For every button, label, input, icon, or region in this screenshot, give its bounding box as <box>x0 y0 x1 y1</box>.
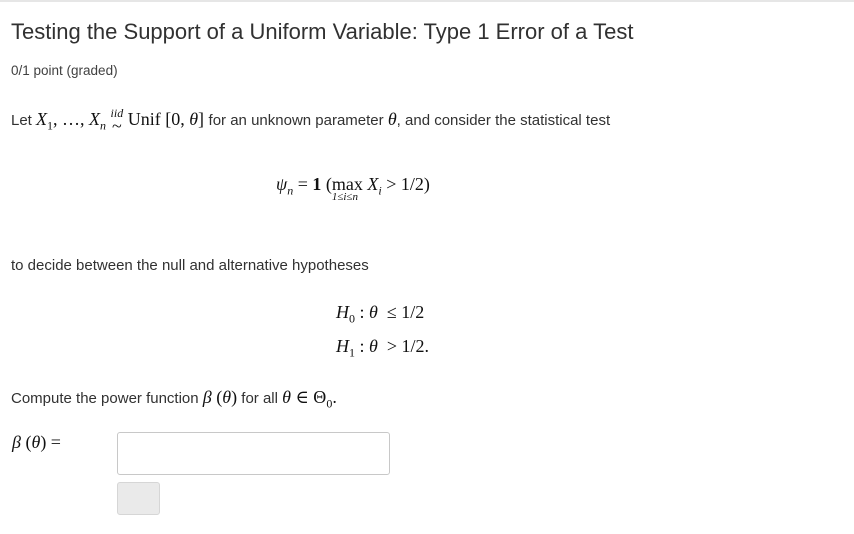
answer-input[interactable] <box>117 432 390 475</box>
answer-label: β (θ) = <box>12 432 61 452</box>
theta-in-set-math: θ ∈ Θ0. <box>282 387 337 411</box>
let-text: Let <box>11 112 32 130</box>
question-text: Compute the power function β (θ) for all… <box>11 387 337 412</box>
theta-math: θ <box>387 109 397 130</box>
problem-title: Testing the Support of a Uniform Variabl… <box>11 19 634 44</box>
top-divider <box>0 0 854 2</box>
consider-text: , and consider the statistical test <box>396 112 611 130</box>
beta-theta-math: β (θ) <box>202 387 238 407</box>
alternative-hypothesis: H1 : θ > 1/2. <box>336 336 430 360</box>
null-hypothesis: H0 : θ ≤ 1/2 <box>336 302 425 326</box>
hypotheses-intro: to decide between the null and alternati… <box>11 257 369 274</box>
points-label: 0/1 point (graded) <box>11 63 118 78</box>
problem-statement: Let X1, …, Xn iid ~ Unif [0, θ] for an un… <box>11 106 611 136</box>
test-equation: ψn = 1 (max 1≤i≤n Xi > 1/2) <box>276 174 430 203</box>
compute-text: Compute the power function <box>11 390 199 407</box>
sample-math: X1, …, Xn iid ~ Unif [0, θ] <box>36 106 209 136</box>
unknown-param-text: for an unknown parameter <box>208 112 384 130</box>
for-all-text: for all <box>241 390 278 407</box>
preview-button[interactable] <box>117 482 160 515</box>
